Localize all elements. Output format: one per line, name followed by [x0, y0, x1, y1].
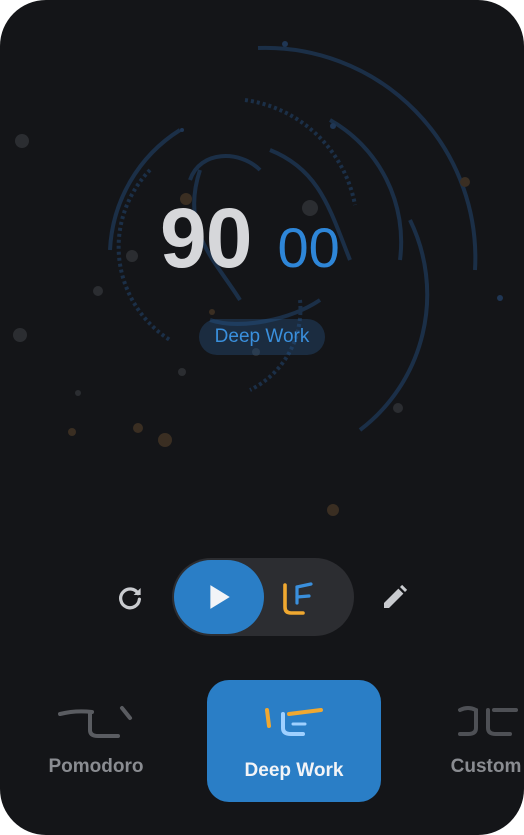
- timer-seconds: 00: [277, 216, 340, 279]
- timer-minutes: 90: [160, 191, 252, 285]
- timer-display: 90 00: [160, 190, 340, 290]
- mode-switch-button[interactable]: [272, 570, 322, 626]
- preset-custom-label: Custom: [450, 756, 522, 777]
- preset-pomodoro[interactable]: Pomodoro: [36, 680, 156, 800]
- preset-deep-work[interactable]: Deep Work: [207, 680, 381, 802]
- pomodoro-glyph-icon: [58, 706, 132, 738]
- deep-work-glyph-icon: [283, 582, 313, 615]
- play-button[interactable]: [174, 560, 264, 634]
- reset-button[interactable]: [110, 578, 150, 618]
- refresh-icon: [119, 587, 141, 610]
- preset-deep-work-label: Deep Work: [244, 760, 344, 781]
- edit-button[interactable]: [374, 578, 414, 618]
- deep-work-glyph-icon: [265, 708, 323, 736]
- preset-pomodoro-label: Pomodoro: [48, 756, 144, 777]
- current-mode-chip: Deep Work: [199, 319, 325, 355]
- current-mode-label: Deep Work: [214, 326, 310, 347]
- play-icon: [210, 585, 230, 609]
- custom-glyph-icon: [458, 706, 518, 736]
- preset-custom[interactable]: Custom: [440, 680, 524, 800]
- pencil-icon: [384, 584, 408, 608]
- app-frame: 90 00 Deep Work Pomodoro Deep Work Custo…: [0, 0, 524, 835]
